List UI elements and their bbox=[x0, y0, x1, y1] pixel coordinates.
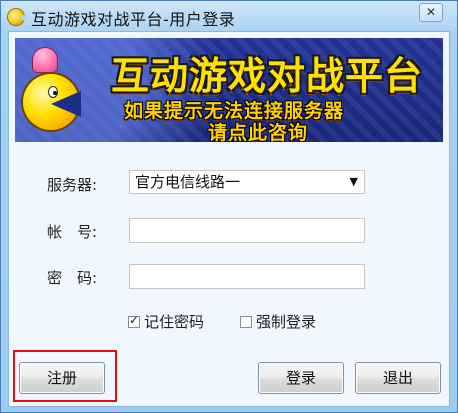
dropdown-arrow-icon[interactable]: ▼ bbox=[350, 171, 358, 193]
app-icon bbox=[8, 9, 26, 25]
remember-password-label[interactable]: 记住密码 bbox=[144, 311, 204, 332]
force-login-option[interactable]: 强制登录 bbox=[240, 311, 316, 332]
banner-title: 互动游戏对战平台 bbox=[111, 54, 424, 98]
close-button[interactable]: ✕ bbox=[419, 3, 443, 22]
server-label: 服务器: bbox=[47, 176, 98, 194]
password-input[interactable] bbox=[129, 264, 365, 289]
login-window: 互动游戏对战平台-用户登录 ✕ 互动游戏对战平台 如果提示无法连接服务器 请点此… bbox=[0, 0, 458, 413]
server-select[interactable]: 官方电信线路一 ▼ bbox=[129, 170, 365, 194]
account-input[interactable] bbox=[129, 218, 365, 243]
title-bar[interactable]: 互动游戏对战平台-用户登录 ✕ bbox=[1, 1, 457, 31]
account-label: 帐 号: bbox=[47, 223, 98, 241]
exit-button[interactable]: 退出 bbox=[355, 362, 441, 394]
remember-password-option[interactable]: 记住密码 bbox=[128, 311, 204, 332]
pacman-icon bbox=[23, 74, 81, 130]
remember-password-checkbox[interactable] bbox=[128, 313, 140, 328]
help-banner[interactable]: 互动游戏对战平台 如果提示无法连接服务器 请点此咨询 bbox=[15, 38, 443, 142]
register-button[interactable]: 注册 bbox=[19, 362, 105, 394]
banner-subtitle-line2: 请点此咨询 bbox=[208, 122, 309, 142]
password-label: 密 码: bbox=[47, 269, 98, 287]
client-area: 互动游戏对战平台 如果提示无法连接服务器 请点此咨询 服务器: 官方电信线路一 … bbox=[8, 31, 450, 407]
pacman-eye bbox=[48, 86, 58, 98]
force-login-label[interactable]: 强制登录 bbox=[256, 311, 316, 332]
ghost-icon bbox=[33, 48, 57, 72]
force-login-checkbox[interactable] bbox=[240, 315, 252, 328]
login-button[interactable]: 登录 bbox=[258, 362, 344, 394]
server-select-value: 官方电信线路一 bbox=[135, 173, 241, 191]
window-title: 互动游戏对战平台-用户登录 bbox=[31, 10, 236, 29]
